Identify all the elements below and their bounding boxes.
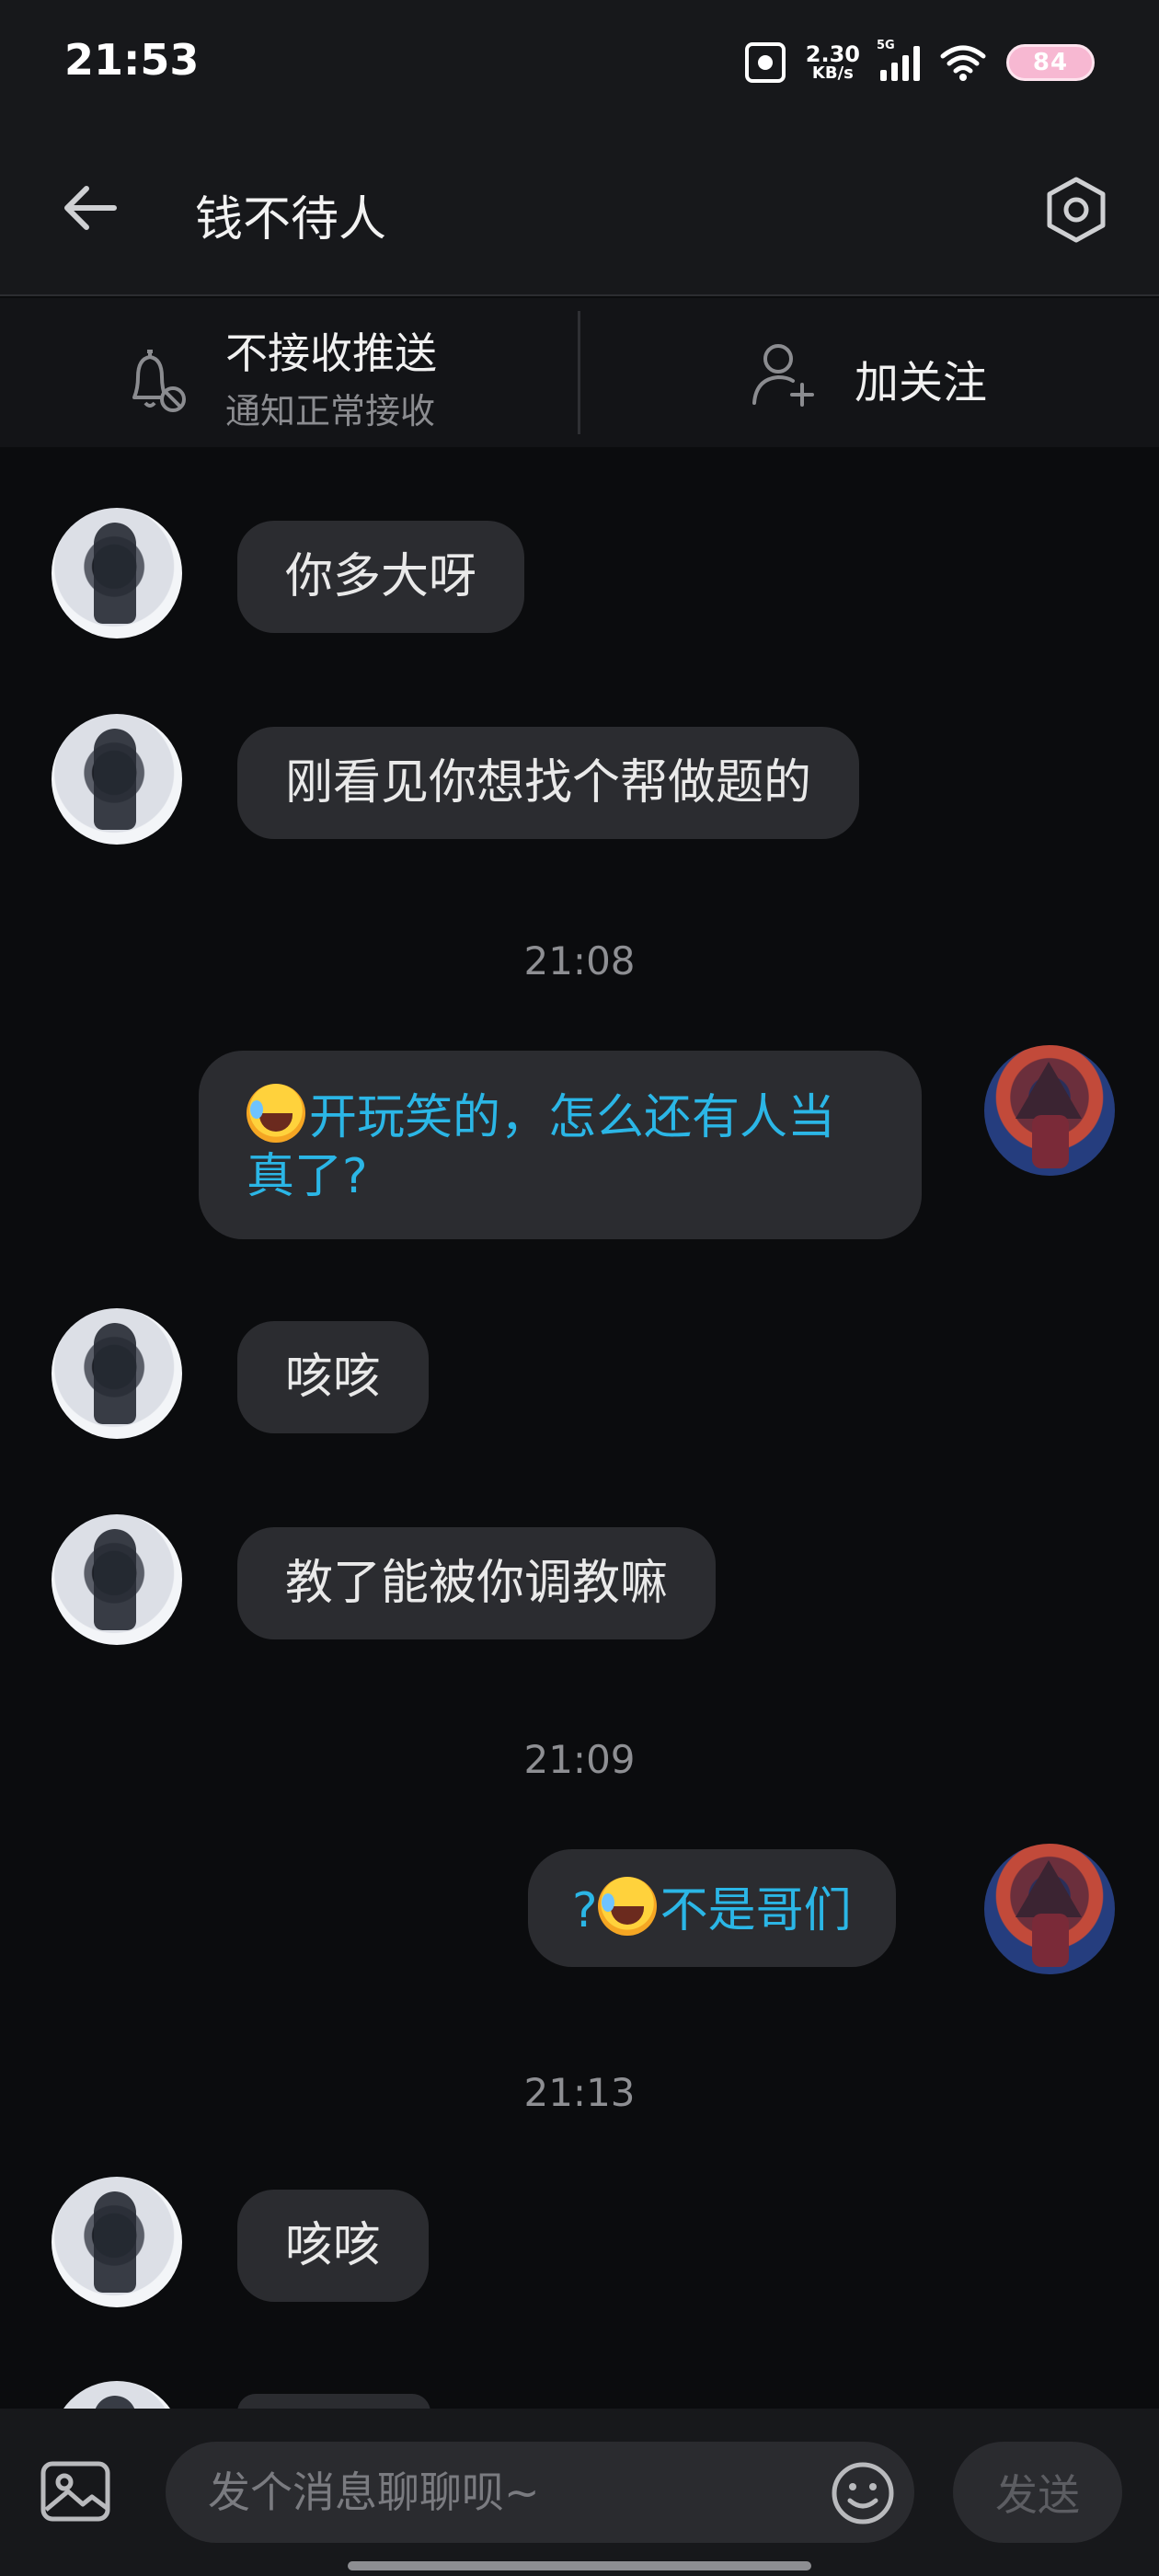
- add-user-icon: [752, 344, 814, 407]
- my-message-bubble[interactable]: 开玩笑的，怎么还有人当真了?: [199, 1051, 922, 1239]
- wifi-icon: [940, 45, 986, 81]
- my-message-text: 不是哥们: [660, 1883, 852, 1938]
- signal-icon: 5G: [877, 39, 920, 81]
- back-arrow-icon: [64, 186, 117, 230]
- bell-muted-icon: [132, 350, 186, 412]
- message-timestamp: 21:13: [523, 2070, 636, 2115]
- message-timestamp: 21:09: [523, 1737, 636, 1782]
- message-bubble[interactable]: 教了能被你调教嘛: [237, 1527, 717, 1639]
- message-timestamp: 21:08: [523, 938, 636, 983]
- message-bubble[interactable]: 咳咳: [237, 1321, 430, 1433]
- contact-avatar[interactable]: [52, 508, 182, 638]
- contact-avatar[interactable]: [52, 2177, 182, 2307]
- image-picker-icon[interactable]: [39, 2455, 112, 2528]
- emoji-picker-icon[interactable]: [830, 2460, 896, 2526]
- chat-title: 钱不待人: [195, 192, 387, 247]
- laughing-emoji-icon: [247, 1084, 305, 1143]
- follow-button[interactable]: 加关注: [580, 298, 1159, 447]
- status-time: 21:53: [64, 35, 200, 85]
- network-type: 5G: [877, 39, 895, 52]
- contact-avatar[interactable]: [52, 714, 182, 845]
- my-message-prefix: ?: [572, 1883, 598, 1938]
- status-bar: 21:53 2.30 KB/s 5G 84: [0, 0, 1159, 129]
- chat-header: 钱不待人: [0, 129, 1159, 296]
- status-icons: 2.30 KB/s 5G 84: [744, 37, 1095, 88]
- message-bubble[interactable]: 你多大呀: [237, 521, 525, 633]
- network-speed-unit: KB/s: [811, 63, 854, 83]
- chat-action-bar: 不接收推送 通知正常接收 加关注: [0, 298, 1159, 447]
- mute-push-toggle[interactable]: 不接收推送 通知正常接收: [0, 298, 578, 447]
- vibrate-icon: [744, 42, 786, 83]
- network-speed: 2.30 KB/s: [806, 43, 860, 82]
- my-avatar[interactable]: [984, 1844, 1115, 1974]
- message-bubble[interactable]: 咳咳: [237, 2190, 430, 2302]
- my-message-text: 开玩笑的，怎么还有人当真了?: [247, 1090, 836, 1204]
- contact-avatar[interactable]: [52, 1514, 182, 1645]
- settings-button[interactable]: [1032, 166, 1120, 254]
- contact-avatar[interactable]: [52, 1308, 182, 1439]
- network-speed-value: 2.30: [805, 41, 860, 67]
- battery-indicator: 84: [1006, 44, 1095, 81]
- message-composer: 发送: [0, 2409, 1159, 2576]
- message-input[interactable]: [166, 2442, 914, 2543]
- push-setting-title: 不接收推送: [225, 328, 437, 378]
- laughing-emoji-icon: [597, 1877, 657, 1936]
- back-button[interactable]: [55, 173, 125, 243]
- my-message-bubble[interactable]: ? 不是哥们: [528, 1849, 896, 1967]
- send-button[interactable]: 发送: [953, 2442, 1122, 2543]
- push-setting-subtitle: 通知正常接收: [225, 391, 436, 431]
- my-avatar[interactable]: [984, 1045, 1115, 1176]
- follow-label: 加关注: [855, 357, 988, 408]
- message-bubble[interactable]: 刚看见你想找个帮做题的: [237, 727, 860, 839]
- settings-hexagon-icon: [1047, 177, 1106, 243]
- home-indicator[interactable]: [348, 2561, 811, 2570]
